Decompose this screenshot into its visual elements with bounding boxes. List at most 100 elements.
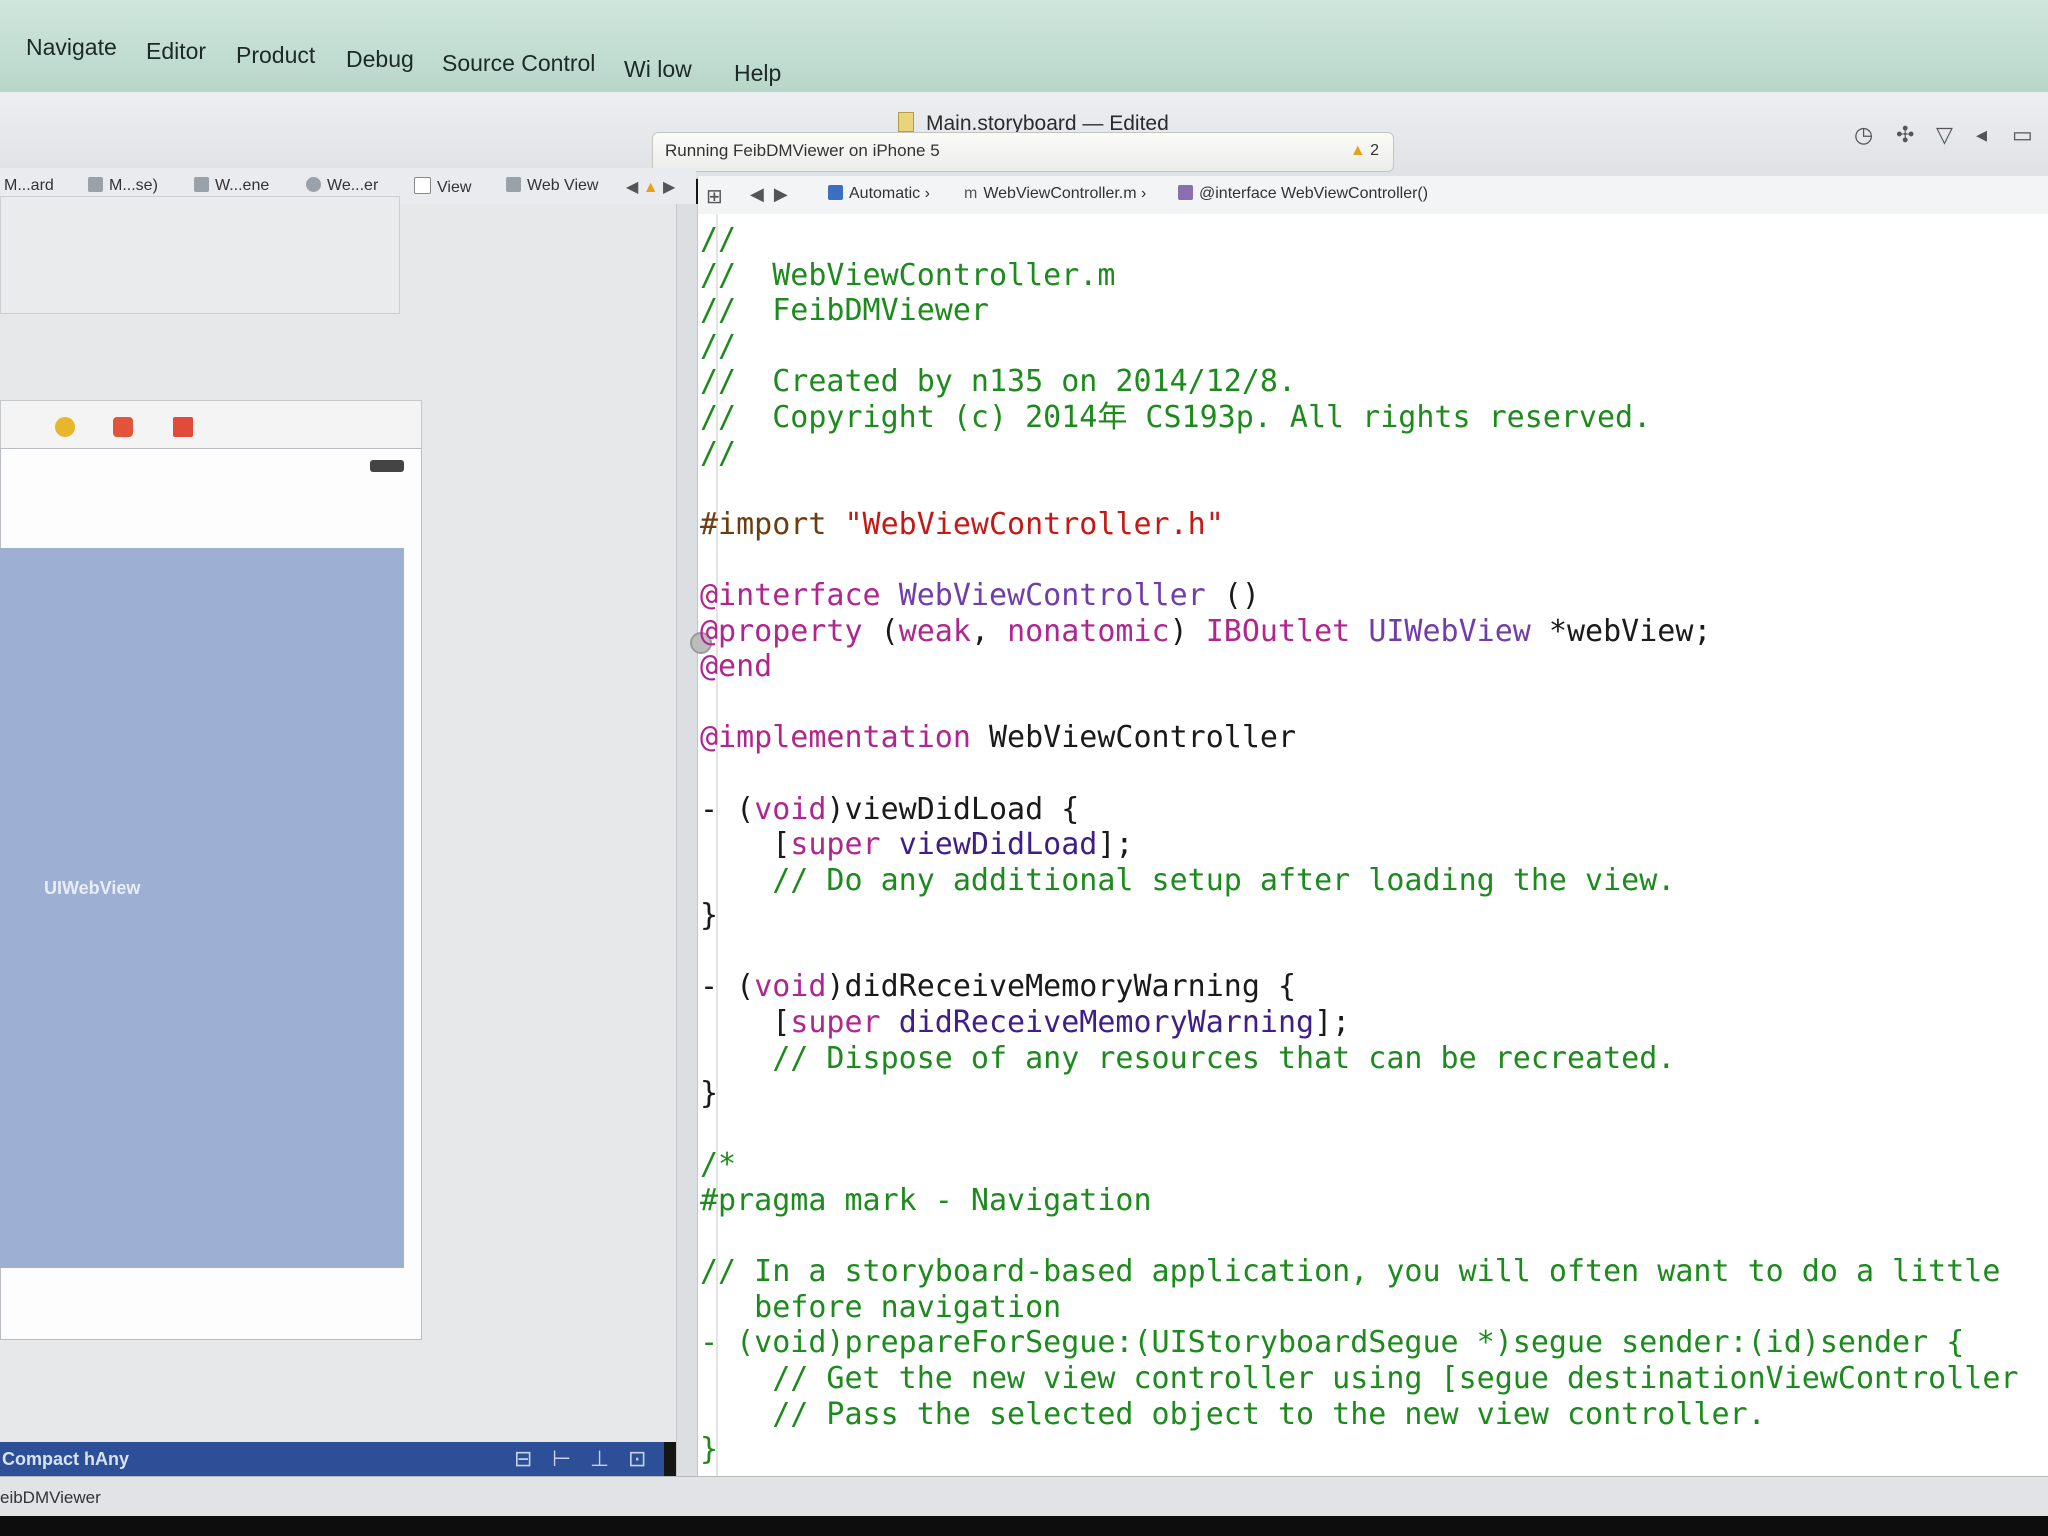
code-token: )viewDidLoad {	[826, 791, 1080, 827]
code-token: @end	[700, 649, 773, 685]
breadcrumb-storyboard-base[interactable]: M...se)	[88, 177, 158, 195]
code-token: ];	[1314, 1005, 1351, 1041]
code-token: // Created by n135 on 2014/12/8.	[700, 364, 1297, 400]
storyboard-file-icon	[898, 112, 914, 132]
resizing-icon[interactable]: ⊡	[628, 1446, 646, 1472]
breadcrumb-view[interactable]: View	[414, 177, 471, 197]
nav-arrows-icon[interactable]: ◀ ▲ ▶	[626, 177, 675, 197]
view-controller-icon[interactable]	[55, 417, 75, 437]
code-line[interactable]: //	[700, 329, 2019, 365]
breadcrumb-automatic[interactable]: Automatic ›	[828, 185, 930, 203]
code-token: //	[700, 222, 737, 257]
breadcrumb-symbol[interactable]: @interface WebViewController()	[1178, 185, 1428, 203]
menu-source-control[interactable]: Source Control	[442, 50, 595, 77]
code-line[interactable]	[700, 934, 2019, 970]
related-items-icon[interactable]: ⊞	[706, 184, 723, 209]
activity-viewer: Running FeibDMViewer on iPhone 5 ▲ 2	[652, 132, 1394, 172]
debug-area-toggle-icon[interactable]: ▽	[1936, 122, 1953, 148]
code-token: )didReceiveMemoryWarning {	[826, 969, 1297, 1005]
code-token: // Dispose of any resources that can be …	[700, 1040, 1676, 1076]
code-line[interactable]	[700, 685, 2019, 721]
code-token: // WebViewController.m	[700, 257, 1116, 293]
screen-bezel	[0, 1516, 2048, 1536]
size-class-control[interactable]: Compact hAny	[2, 1449, 129, 1470]
utilities-toggle-icon[interactable]: ◂	[1976, 122, 1987, 148]
code-line[interactable]: - (void)didReceiveMemoryWarning {	[700, 969, 2019, 1005]
code-line[interactable]: #import "WebViewController.h"	[700, 507, 2019, 543]
code-token: }	[700, 1432, 719, 1468]
menu-product[interactable]: Product	[236, 42, 315, 69]
code-line[interactable]: // In a storyboard-based application, yo…	[700, 1254, 2019, 1290]
code-line[interactable]: }	[700, 1432, 2019, 1468]
code-line[interactable]: #pragma mark - Navigation	[700, 1183, 2019, 1219]
class-icon	[1178, 185, 1193, 200]
code-line[interactable]: // Get the new view controller using [se…	[700, 1361, 2018, 1397]
code-line[interactable]: [super didReceiveMemoryWarning];	[700, 1005, 2019, 1041]
status-bar: eibDMViewer	[0, 1476, 2048, 1517]
code-token: WebViewController	[898, 577, 1206, 613]
breadcrumb-file[interactable]: m WebViewController.m ›	[964, 185, 1146, 203]
panel-layout-icon[interactable]: ▭	[2012, 122, 2033, 148]
code-line[interactable]: @implementation WebViewController	[700, 720, 2019, 756]
code-token: )	[1169, 613, 1206, 649]
scene-dock	[0, 400, 422, 451]
webview-icon	[506, 177, 521, 192]
code-line[interactable]: // Pass the selected object to the new v…	[700, 1397, 2019, 1433]
breadcrumb-scene[interactable]: W...ene	[194, 177, 269, 195]
breadcrumb-controller[interactable]: We...er	[306, 177, 378, 195]
code-text[interactable]: //// WebViewController.m// FeibDMViewer /…	[700, 222, 2019, 1468]
code-line[interactable]: }	[700, 898, 2019, 934]
align-icon[interactable]: ⊟	[514, 1446, 532, 1472]
code-token: void	[754, 791, 827, 827]
menu-editor[interactable]: Editor	[146, 38, 206, 65]
code-token: viewDidLoad	[898, 827, 1098, 863]
code-line[interactable]: //	[700, 436, 2019, 472]
code-line[interactable]: // Dispose of any resources that can be …	[700, 1041, 2019, 1077]
navigator-toggle-icon[interactable]: ✣	[1896, 122, 1914, 148]
menu-window[interactable]: Wi low	[624, 56, 692, 83]
code-line[interactable]	[700, 542, 2019, 578]
code-line[interactable]: @interface WebViewController ()	[700, 578, 2019, 614]
code-line[interactable]: // Created by n135 on 2014/12/8.	[700, 364, 2019, 400]
warning-indicator[interactable]: ▲ 2	[1350, 142, 1379, 160]
pin-icon[interactable]: ⊢	[552, 1446, 571, 1472]
resolve-issues-icon[interactable]: ⊥	[590, 1446, 609, 1472]
code-token: weak	[898, 613, 971, 649]
code-line[interactable]	[700, 756, 2019, 792]
code-line[interactable]: @property (weak, nonatomic) IBOutlet UIW…	[700, 614, 2019, 650]
code-line[interactable]: //	[700, 222, 2019, 258]
code-line[interactable]: }	[700, 1076, 2019, 1112]
code-line[interactable]	[700, 1219, 2019, 1255]
size-class-bar: Compact hAny ⊟ ⊢ ⊥ ⊡	[0, 1442, 664, 1476]
breadcrumb-web-view[interactable]: Web View	[506, 177, 598, 195]
controller-icon	[306, 177, 321, 192]
code-line[interactable]	[700, 471, 2019, 507]
code-line[interactable]: @end	[700, 649, 2019, 685]
breadcrumb-storyboard[interactable]: M...ard	[4, 177, 54, 195]
code-token: //	[700, 435, 737, 471]
code-token: #pragma mark - Navigation	[700, 1183, 1152, 1219]
ui-web-view[interactable]	[0, 548, 404, 1268]
code-token: - (	[700, 969, 755, 1005]
exit-icon[interactable]	[173, 417, 193, 437]
code-line[interactable]: - (void)viewDidLoad {	[700, 792, 2019, 828]
code-line[interactable]: // FeibDMViewer	[700, 293, 2019, 329]
code-line[interactable]: /*	[700, 1147, 2019, 1183]
split-view-divider[interactable]	[676, 204, 698, 1476]
menu-help[interactable]: Help	[734, 60, 781, 87]
code-line[interactable]: [super viewDidLoad];	[700, 827, 2019, 863]
code-line[interactable]	[700, 1112, 2019, 1148]
first-responder-icon[interactable]	[113, 417, 133, 437]
code-token: "WebViewController.h"	[844, 506, 1224, 542]
file-icon	[88, 177, 103, 192]
code-line[interactable]: // Copyright (c) 2014年 CS193p. All right…	[700, 400, 2019, 436]
code-line[interactable]: // Do any additional setup after loading…	[700, 863, 2019, 899]
code-line[interactable]: // WebViewController.m	[700, 258, 2019, 294]
menu-debug[interactable]: Debug	[346, 46, 414, 73]
version-editor-icon[interactable]: ◷	[1854, 122, 1873, 148]
code-line[interactable]: before navigation	[700, 1290, 2019, 1326]
back-forward-icon[interactable]: ◀ ▶	[750, 184, 788, 205]
menu-navigate[interactable]: Navigate	[26, 34, 117, 61]
code-line[interactable]: - (void)prepareForSegue:(UIStoryboardSeg…	[700, 1325, 2019, 1361]
